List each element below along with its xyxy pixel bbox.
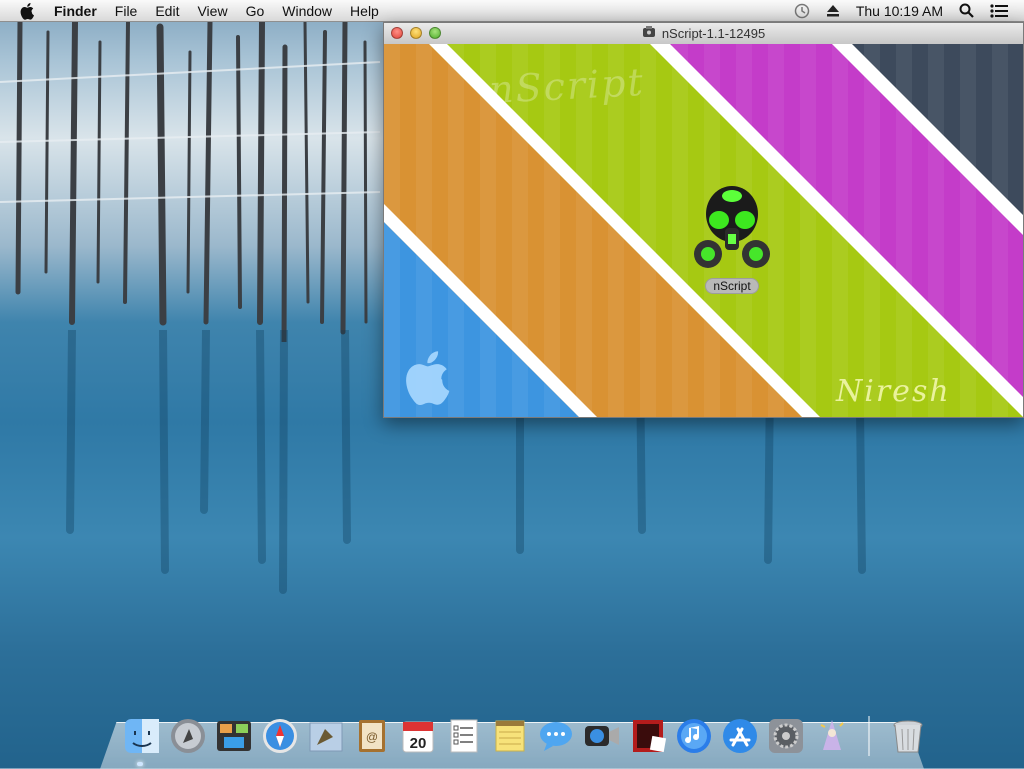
window-title: nScript-1.1-12495 (661, 26, 766, 41)
launchpad-icon[interactable] (168, 716, 208, 756)
nscript-app-label: nScript (705, 278, 759, 294)
gas-mask-icon (694, 186, 770, 268)
watermark-bottom: Niresh (836, 374, 951, 409)
notification-center-icon[interactable] (990, 3, 1008, 18)
menu-edit[interactable]: Edit (146, 3, 188, 19)
mission-control-icon[interactable] (214, 716, 254, 756)
mail-icon[interactable] (306, 716, 346, 756)
svg-text:@: @ (366, 730, 378, 744)
trash-icon[interactable] (888, 716, 928, 756)
contacts-icon[interactable]: @ (352, 716, 392, 756)
system-preferences-icon[interactable] (766, 716, 806, 756)
app-store-icon[interactable] (720, 716, 760, 756)
calendar-icon[interactable]: 20 (398, 716, 438, 756)
itunes-icon[interactable] (674, 716, 714, 756)
calendar-day: 20 (410, 735, 427, 752)
facetime-icon[interactable] (582, 716, 622, 756)
dock-separator (868, 716, 870, 756)
spotlight-search-icon[interactable] (959, 3, 974, 18)
reminders-icon[interactable] (444, 716, 484, 756)
time-machine-icon[interactable] (794, 3, 810, 19)
menu-view[interactable]: View (188, 3, 236, 19)
finder-icon[interactable] (122, 716, 162, 756)
photo-booth-icon[interactable] (628, 716, 668, 756)
nscript-app-icon[interactable]: nScript (689, 184, 775, 300)
disk-image-window: nScript-1.1-12495 nScript Niresh nScript (383, 22, 1024, 418)
minimize-window-button[interactable] (410, 27, 422, 39)
notes-icon[interactable] (490, 716, 530, 756)
safari-icon[interactable] (260, 716, 300, 756)
close-window-button[interactable] (391, 27, 403, 39)
eject-icon[interactable] (826, 4, 840, 17)
zoom-window-button[interactable] (429, 27, 441, 39)
menu-window[interactable]: Window (273, 3, 341, 19)
menu-finder[interactable]: Finder (54, 3, 106, 19)
menu-file[interactable]: File (106, 3, 147, 19)
dock: @ 20 (122, 712, 928, 756)
window-content: nScript Niresh nScript (384, 44, 1023, 417)
apple-menu-icon[interactable] (18, 2, 38, 20)
menu-bar: Finder File Edit View Go Window Help Thu… (0, 0, 1024, 22)
menu-go[interactable]: Go (237, 3, 274, 19)
messages-icon[interactable] (536, 716, 576, 756)
finder-running-indicator (137, 762, 143, 766)
clock[interactable]: Thu 10:19 AM (856, 3, 943, 19)
watermark-top: nScript (487, 59, 646, 113)
menu-help[interactable]: Help (341, 3, 388, 19)
window-titlebar[interactable]: nScript-1.1-12495 (384, 23, 1023, 45)
apple-logo-icon (404, 348, 456, 411)
wizard-icon[interactable] (812, 716, 852, 756)
disk-image-icon (642, 25, 656, 42)
